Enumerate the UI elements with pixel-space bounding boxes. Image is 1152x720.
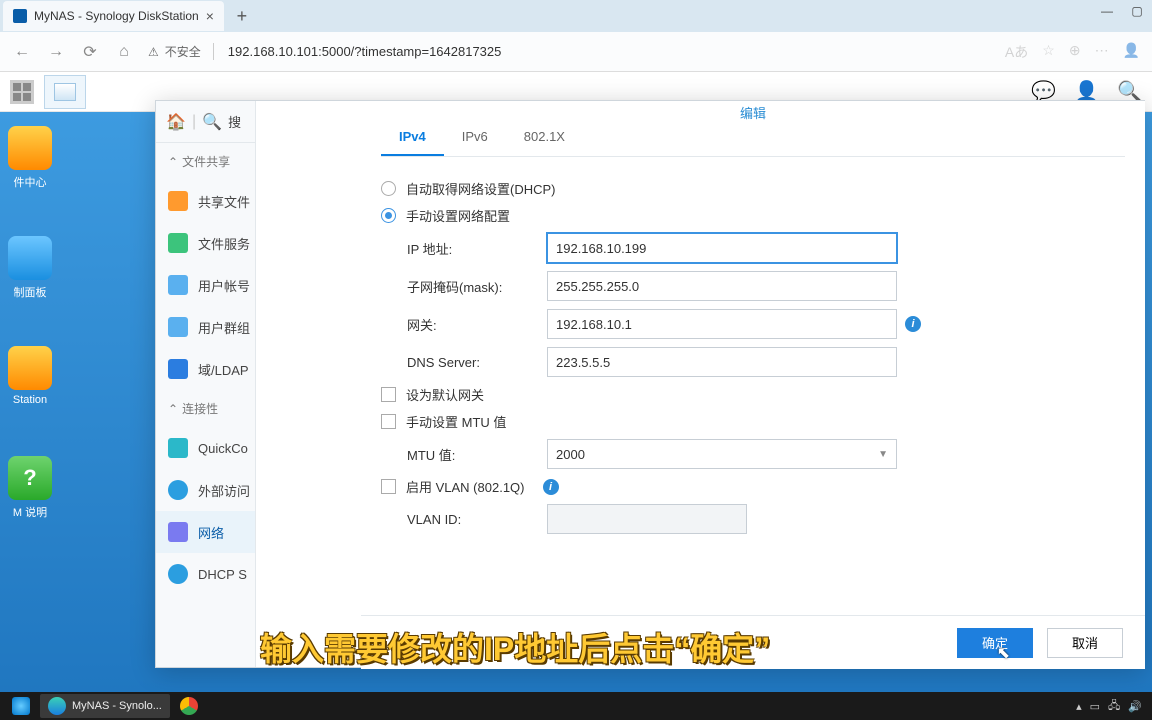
sidebar-item-network[interactable]: 网络 — [156, 511, 255, 553]
tab-8021x[interactable]: 802.1X — [506, 119, 583, 156]
dsm-window-tab[interactable] — [44, 75, 86, 109]
refresh-button[interactable]: ⟳ — [80, 42, 100, 62]
home-button[interactable]: ⌂ — [114, 42, 134, 62]
radio-icon — [381, 181, 396, 196]
control-panel-body: ⌃ ⌄ ⌄ 编辑 IPv4 IPv6 802.1X 自动取得网络设置(DHCP)… — [256, 101, 1144, 667]
sidebar-item-user[interactable]: 用户帐号 — [156, 264, 255, 306]
label-ip: IP 地址: — [407, 239, 547, 258]
maximize-button[interactable]: ▢ — [1122, 0, 1152, 22]
tray-up-icon[interactable]: ▴ — [1076, 700, 1082, 713]
chevron-down-icon: ⌃ — [168, 155, 178, 169]
ok-button[interactable]: 确定 ⬉ — [957, 628, 1033, 658]
label-gateway: 网关: — [407, 315, 547, 334]
network-edit-dialog: 编辑 IPv4 IPv6 802.1X 自动取得网络设置(DHCP) 手动设置网… — [361, 101, 1145, 669]
tab-ipv6[interactable]: IPv6 — [444, 119, 506, 156]
checkbox-manual-mtu[interactable]: 手动设置 MTU 值 — [381, 412, 1125, 431]
desktop-icon-package[interactable]: 件中心 — [0, 126, 60, 190]
mtu-select[interactable]: 2000 ▼ — [547, 439, 897, 469]
dialog-tabs: IPv4 IPv6 802.1X — [381, 119, 1125, 157]
tab-title: MyNAS - Synology DiskStation — [34, 9, 199, 23]
read-icon[interactable]: Aあ — [1005, 42, 1028, 62]
browser-address-bar: ← → ⟳ ⌂ ⚠ 不安全 192.168.10.101:5000/?times… — [0, 32, 1152, 72]
radio-dhcp[interactable]: 自动取得网络设置(DHCP) — [381, 179, 1125, 198]
chevron-down-icon: ▼ — [878, 449, 888, 460]
home-icon[interactable]: 🏠 — [166, 112, 186, 132]
dialog-title: 编辑 — [361, 101, 1145, 119]
info-icon[interactable]: i — [905, 316, 921, 332]
label-vlan-id: VLAN ID: — [407, 512, 547, 527]
taskbar-app-edge[interactable]: MyNAS - Synolo... — [40, 694, 170, 718]
cancel-button[interactable]: 取消 — [1047, 628, 1123, 658]
radio-manual[interactable]: 手动设置网络配置 — [381, 206, 1125, 225]
checkbox-default-gateway[interactable]: 设为默认网关 — [381, 385, 1125, 404]
sidebar-item-dhcp[interactable]: DHCP S — [156, 553, 255, 595]
sidebar-item-file-service[interactable]: 文件服务 — [156, 222, 255, 264]
dns-input[interactable] — [547, 347, 897, 377]
browser-tab-strip: MyNAS - Synology DiskStation × + — [0, 0, 1152, 32]
start-button[interactable] — [4, 694, 38, 718]
sidebar-section-connectivity[interactable]: ⌃连接性 — [156, 390, 255, 427]
windows-taskbar: MyNAS - Synolo... ▴ ▭ 🖧 🔊 — [0, 692, 1152, 720]
browser-actions: Aあ ☆ ⊕ ⋯ 👤 — [1005, 42, 1140, 62]
checkbox-icon — [381, 387, 396, 402]
search-icon[interactable]: 🔍 — [202, 112, 222, 132]
volume-icon[interactable]: 🔊 — [1128, 700, 1142, 713]
control-panel-window: 🏠 | 🔍 搜 ⌃文件共享 共享文件 文件服务 用户帐号 用户群组 域/LDAP… — [155, 100, 1145, 668]
action-center-icon[interactable]: ▭ — [1090, 700, 1100, 713]
search-label[interactable]: 搜 — [228, 112, 241, 131]
tab-ipv4[interactable]: IPv4 — [381, 119, 444, 156]
desktop-icon-filestation[interactable]: Station — [0, 346, 60, 406]
favorite-icon[interactable]: ☆ — [1042, 42, 1055, 62]
ip-address-input[interactable] — [547, 233, 897, 263]
info-icon[interactable]: i — [543, 479, 559, 495]
checkbox-vlan[interactable]: 启用 VLAN (802.1Q) i — [381, 477, 1125, 496]
gateway-input[interactable] — [547, 309, 897, 339]
cursor-icon: ⬉ — [997, 643, 1010, 663]
taskbar-app-chrome[interactable] — [172, 694, 206, 718]
subnet-mask-input[interactable] — [547, 271, 897, 301]
window-controls: — ▢ — [1092, 0, 1152, 22]
back-button[interactable]: ← — [12, 42, 32, 62]
site-icon — [13, 9, 27, 23]
vlan-id-input — [547, 504, 747, 534]
new-tab-button[interactable]: + — [228, 2, 256, 30]
desktop-icon-control-panel[interactable]: 制面板 — [0, 236, 60, 300]
close-icon[interactable]: × — [206, 8, 214, 24]
sidebar-item-group[interactable]: 用户群组 — [156, 306, 255, 348]
checkbox-icon — [381, 414, 396, 429]
browser-tab[interactable]: MyNAS - Synology DiskStation × — [3, 1, 224, 31]
url-text[interactable]: 192.168.10.101:5000/?timestamp=164281732… — [228, 44, 991, 59]
forward-button[interactable]: → — [46, 42, 66, 62]
sidebar-item-quickconnect[interactable]: QuickCo — [156, 427, 255, 469]
minimize-button[interactable]: — — [1092, 0, 1122, 22]
profile-icon[interactable]: 👤 — [1123, 42, 1140, 62]
dialog-content: 自动取得网络设置(DHCP) 手动设置网络配置 IP 地址: 子网掩码(mask… — [361, 157, 1145, 556]
label-dns: DNS Server: — [407, 355, 547, 370]
chevron-down-icon: ⌃ — [168, 402, 178, 416]
sidebar-item-ldap[interactable]: 域/LDAP — [156, 348, 255, 390]
annotation-subtitle: 输入需要修改的IP地址后点击“确定” — [260, 624, 770, 670]
sidebar-item-external[interactable]: 外部访问 — [156, 469, 255, 511]
checkbox-icon — [381, 479, 396, 494]
label-mtu: MTU 值: — [407, 445, 547, 464]
sidebar-item-shared-folder[interactable]: 共享文件 — [156, 180, 255, 222]
security-indicator[interactable]: ⚠ 不安全 — [148, 43, 214, 60]
system-tray[interactable]: ▴ ▭ 🖧 🔊 — [1076, 697, 1148, 716]
network-icon[interactable]: 🖧 — [1108, 697, 1120, 716]
dsm-menu-icon[interactable] — [10, 80, 34, 104]
collection-icon[interactable]: ⊕ — [1069, 42, 1081, 62]
warning-icon: ⚠ — [148, 45, 159, 59]
sidebar-section-fileshare[interactable]: ⌃文件共享 — [156, 143, 255, 180]
desktop-icon-help[interactable]: ?M 说明 — [0, 456, 60, 520]
label-mask: 子网掩码(mask): — [407, 277, 547, 296]
radio-icon — [381, 208, 396, 223]
control-panel-sidebar: 🏠 | 🔍 搜 ⌃文件共享 共享文件 文件服务 用户帐号 用户群组 域/LDAP… — [156, 101, 256, 667]
menu-icon[interactable]: ⋯ — [1095, 42, 1109, 62]
